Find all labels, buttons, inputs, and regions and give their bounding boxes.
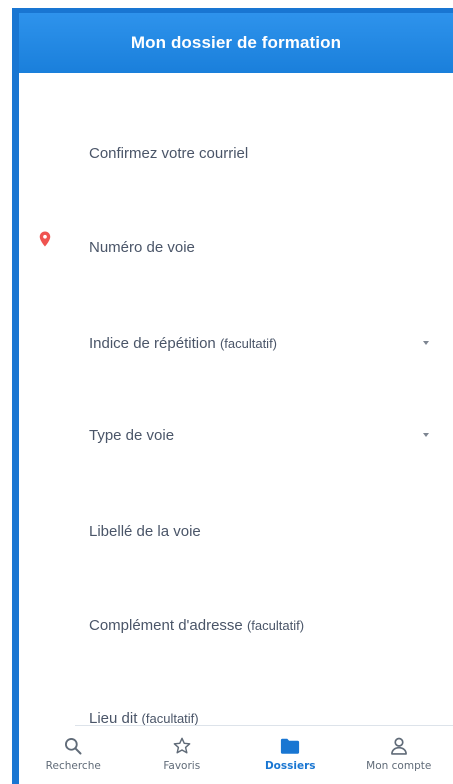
address-form: Confirmez votre courriel Numéro de voie … <box>19 73 453 727</box>
chevron-down-icon <box>423 433 429 437</box>
app-header: Mon dossier de formation <box>19 13 453 73</box>
page-title: Mon dossier de formation <box>130 33 342 52</box>
field-label: Confirmez votre courriel <box>89 144 249 162</box>
tab-dossiers[interactable]: Dossiers <box>236 727 345 784</box>
star-icon <box>173 737 191 754</box>
street-type-select[interactable]: Type de voie <box>89 415 441 455</box>
tab-mon-compte[interactable]: Mon compte <box>345 727 453 784</box>
folder-icon <box>281 738 300 754</box>
divider <box>75 725 453 726</box>
field-label: Libellé de la voie <box>89 522 201 540</box>
street-name-field[interactable]: Libellé de la voie <box>89 511 441 551</box>
app-screen: Mon dossier de formation Confirmez votre… <box>19 13 453 784</box>
chevron-down-icon <box>423 341 429 345</box>
street-number-field[interactable]: Numéro de voie <box>89 227 441 267</box>
field-label: Numéro de voie <box>89 238 195 256</box>
address-complement-field[interactable]: Complément d'adresse (facultatif) <box>89 605 441 645</box>
field-label: Lieu dit (facultatif) <box>89 709 199 727</box>
tab-favoris[interactable]: Favoris <box>128 727 237 784</box>
tab-label: Dossiers <box>264 760 316 772</box>
field-label: Type de voie <box>89 426 175 444</box>
tab-label: Recherche <box>45 760 101 772</box>
tab-recherche[interactable]: Recherche <box>19 727 128 784</box>
email-confirm-field[interactable]: Confirmez votre courriel <box>89 133 441 173</box>
bottom-tab-bar: Recherche Favoris Dossiers Mon compte <box>19 727 453 784</box>
user-icon <box>390 737 407 755</box>
search-icon <box>65 738 82 755</box>
tab-label: Favoris <box>163 760 201 772</box>
repetition-index-select[interactable]: Indice de répétition (facultatif) <box>89 323 441 363</box>
location-pin-icon <box>39 231 51 247</box>
field-label: Complément d'adresse (facultatif) <box>89 616 305 634</box>
tab-label: Mon compte <box>366 760 432 772</box>
field-label: Indice de répétition (facultatif) <box>89 334 278 352</box>
